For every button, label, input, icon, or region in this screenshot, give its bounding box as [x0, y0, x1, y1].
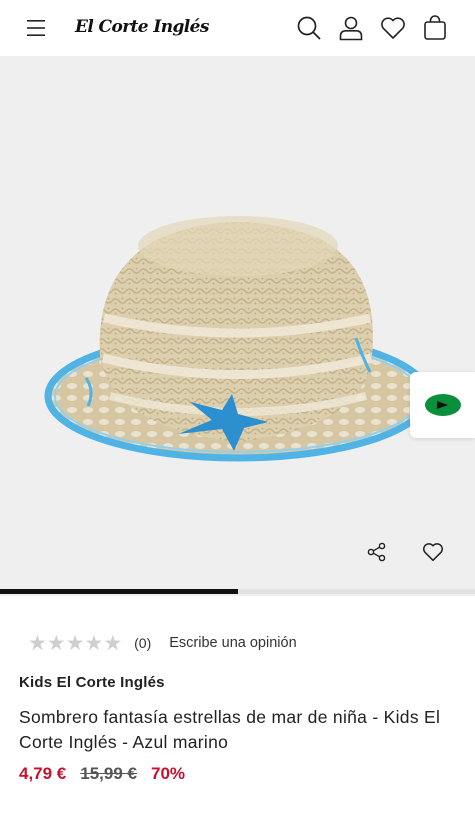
review-count: (0): [134, 635, 152, 651]
discount-badge: 70%: [151, 764, 186, 783]
star-icon: ★: [28, 630, 47, 655]
search-icon: [297, 16, 321, 40]
gallery-progress-bar: [0, 589, 475, 594]
top-header: El Corte Inglés: [0, 0, 475, 56]
heart-icon: [381, 17, 405, 39]
heart-outline-icon: [423, 543, 443, 562]
product-image-gallery[interactable]: [0, 56, 475, 596]
product-title: Sombrero fantasía estrellas de mar de ni…: [19, 707, 441, 752]
price-row: 4,79 € 15,99 € 70%: [19, 764, 185, 784]
wishlist-button[interactable]: [373, 8, 413, 48]
star-icon: ★: [84, 630, 104, 655]
search-button[interactable]: [289, 8, 329, 48]
cart-button[interactable]: [415, 8, 455, 48]
menu-button[interactable]: [17, 8, 57, 48]
star-icon: ★: [46, 630, 66, 655]
user-icon: [339, 16, 363, 41]
account-button[interactable]: [331, 8, 371, 48]
product-image: [44, 216, 432, 462]
original-price: 15,99 €: [80, 764, 137, 783]
rating-row: ★ ★ ★ ★ ★ (0) Escribe una opinión: [28, 630, 297, 656]
star-icon: ★: [103, 630, 123, 655]
share-icon: [367, 542, 386, 562]
add-to-wishlist-button[interactable]: [415, 534, 451, 570]
product-brand[interactable]: Kids El Corte Inglés: [19, 674, 165, 691]
share-button[interactable]: [359, 534, 395, 570]
rating-stars[interactable]: ★ ★ ★ ★ ★: [28, 630, 123, 655]
star-icon: ★: [65, 630, 85, 655]
bag-icon: [424, 15, 446, 40]
write-review-link[interactable]: Escribe una opinión: [169, 635, 296, 651]
brand-logo[interactable]: El Corte Inglés: [75, 12, 209, 42]
current-price: 4,79 €: [19, 764, 67, 783]
play-promo-icon: [424, 394, 461, 416]
gallery-progress-fill: [0, 589, 238, 594]
menu-icon: [27, 20, 45, 36]
promo-badge[interactable]: [410, 372, 475, 438]
